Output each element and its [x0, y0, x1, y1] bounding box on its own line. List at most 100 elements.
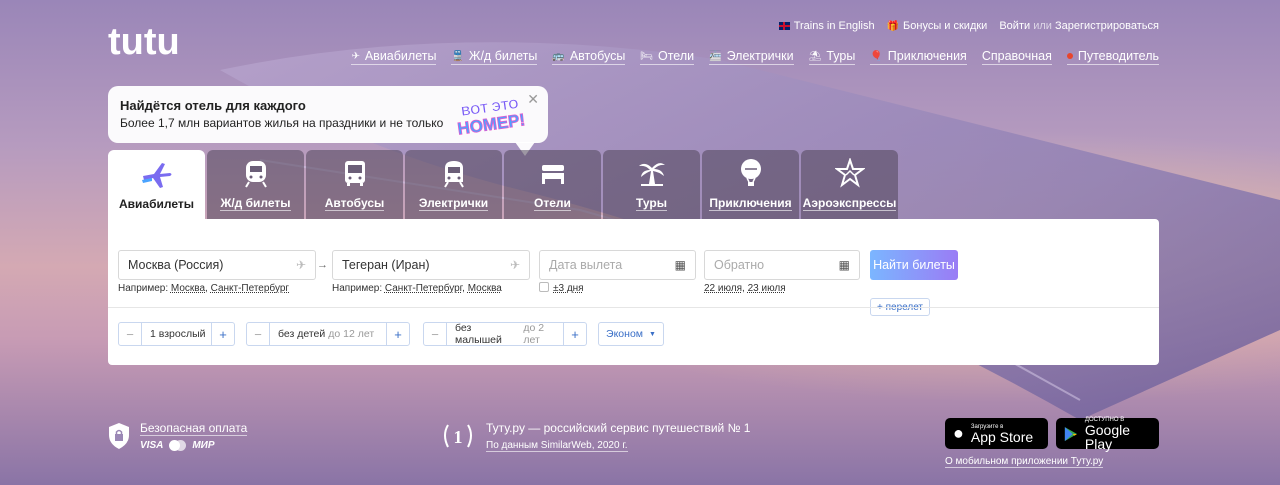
arrival-plane-icon: ✈ [509, 258, 520, 272]
trains-in-english-link[interactable]: Trains in English [778, 20, 875, 32]
flex-dates-checkbox[interactable] [539, 282, 549, 292]
adults-stepper: − 1 взрослый + [118, 322, 235, 346]
tutu-logo[interactable]: tutu [108, 21, 228, 67]
aeroexpress-icon [834, 158, 865, 188]
children-plus-button[interactable]: + [387, 323, 409, 345]
nav-guide[interactable]: Путеводитель [1066, 49, 1159, 65]
form-divider [108, 307, 1159, 308]
depart-date-placeholder: Дата вылета [549, 258, 623, 272]
tour-icon: ⛱ [808, 50, 822, 62]
cabin-class-select[interactable]: Эконом ▼ [598, 322, 664, 346]
return-hint: 22 июля, 23 июля [704, 283, 786, 294]
adults-value: 1 взрослый [141, 323, 212, 345]
from-hint: Например: Москва, Санкт-Петербург [118, 283, 290, 294]
secure-payment-link[interactable]: Безопасная оплата [140, 421, 248, 436]
suburban-train-icon: 🚈 [709, 50, 722, 62]
flight-search-form: Москва (Россия) ✈ Например: Москва, Санк… [108, 219, 1159, 365]
login-link[interactable]: Войти [999, 20, 1030, 32]
flex-dates-option[interactable]: ±3 дня [539, 282, 584, 294]
train-icon: 🚆 [451, 50, 464, 62]
tab-bus[interactable]: Автобусы [306, 150, 403, 219]
children-value: без детей до 12 лет [269, 323, 387, 345]
depart-date-field[interactable]: Дата вылета ▦ [539, 250, 696, 280]
google-play-text: ДОСТУПНО В Google Play [1084, 416, 1131, 452]
nav-hotels[interactable]: 🛏 Отели [640, 49, 695, 65]
nav-train[interactable]: 🚆 Ж/д билеты [451, 49, 538, 65]
shield-lock-icon [109, 423, 129, 449]
nav-tours[interactable]: ⛱ Туры [808, 49, 856, 65]
product-tabs: Авиабилеты Ж/д билеты Автобусы Электричк… [108, 150, 898, 219]
suburban-train-icon [443, 161, 464, 188]
adults-minus-button[interactable]: − [119, 323, 141, 345]
calendar-icon: ▦ [674, 258, 686, 272]
apple-icon: ● [953, 423, 964, 443]
nav-adventures[interactable]: 🎈 Приключения [870, 49, 967, 65]
train-icon [244, 161, 267, 188]
ranking-source-link[interactable]: По данным SimilarWeb, 2020 г. [486, 440, 628, 452]
from-hint-moscow[interactable]: Москва [171, 283, 205, 294]
main-nav: ✈ Авиабилеты 🚆 Ж/д билеты 🚌 Автобусы 🛏 Отели… [351, 49, 1159, 65]
bed-icon: 🛏 [640, 50, 653, 62]
bonuses-link[interactable]: 🎁 Бонусы и скидки [887, 20, 988, 32]
palm-tree-icon [638, 163, 665, 186]
nav-bus[interactable]: 🚌 Автобусы [552, 49, 626, 65]
top-bar: Trains in English 🎁 Бонусы и скидки Войт… [778, 20, 1159, 32]
from-hint-spb[interactable]: Санкт-Петербург [211, 283, 289, 294]
adults-plus-button[interactable]: + [212, 323, 234, 345]
from-value: Москва (Россия) [128, 258, 224, 272]
to-hint-moscow[interactable]: Москва [468, 283, 502, 294]
infants-value: без малышей до 2 лет [446, 322, 564, 346]
ranking-block: 1 Туту.ру — российский сервис путешестви… [440, 421, 750, 453]
caret-down-icon: ▼ [649, 330, 656, 338]
app-store-badge[interactable]: ● Загрузите в App Store [945, 418, 1048, 449]
return-hint-date-2[interactable]: 23 июля [748, 283, 786, 294]
tab-hotels[interactable]: Отели [504, 150, 601, 219]
ranking-title: Туту.ру — российский сервис путешествий … [486, 421, 751, 435]
calendar-icon: ▦ [838, 258, 850, 272]
google-play-icon [1064, 426, 1078, 441]
to-value: Тегеран (Иран) [342, 258, 430, 272]
to-field[interactable]: Тегеран (Иран) ✈ [332, 250, 530, 280]
children-minus-button[interactable]: − [247, 323, 269, 345]
tab-train[interactable]: Ж/д билеты [207, 150, 304, 219]
red-dot-icon [1066, 53, 1073, 59]
tab-avia[interactable]: Авиабилеты [108, 150, 205, 219]
infants-plus-button[interactable]: + [564, 323, 586, 345]
children-stepper: − без детей до 12 лет + [246, 322, 410, 346]
return-hint-date-1[interactable]: 22 июля [704, 283, 742, 294]
arrow-right-icon: → [317, 259, 328, 271]
google-play-badge[interactable]: ДОСТУПНО В Google Play [1056, 416, 1159, 452]
laurel-number-one-icon: 1 [444, 424, 472, 448]
logo-tu-white: tutu [108, 22, 180, 62]
tab-adventures[interactable]: Приключения [702, 150, 799, 219]
plane-icon: ✈ [351, 50, 360, 62]
infants-stepper: − без малышей до 2 лет + [423, 322, 587, 346]
nav-suburban[interactable]: 🚈 Электрички [709, 49, 794, 65]
promo-badge-image: ВОТ ЭТО НОМЕР! [456, 96, 527, 136]
tab-aeroexpress[interactable]: Аэроэкспрессы [801, 150, 898, 219]
balloon-icon: 🎈 [870, 50, 883, 62]
hotel-promo-banner[interactable]: Найдётся отель для каждого Более 1,7 млн… [108, 86, 548, 143]
balloon-icon [740, 159, 761, 186]
bus-icon [344, 161, 365, 186]
find-tickets-button[interactable]: Найти билеты [870, 250, 958, 280]
to-hint-spb[interactable]: Санкт-Петербург [385, 283, 462, 294]
mobile-app-link[interactable]: О мобильном приложении Туту.ру [945, 456, 1104, 468]
tab-tours[interactable]: Туры [603, 150, 700, 219]
return-date-field[interactable]: Обратно ▦ [704, 250, 860, 280]
bed-icon [541, 165, 564, 184]
to-hint: Например: Санкт-Петербург, Москва [332, 283, 502, 294]
or-text: или [1033, 20, 1052, 32]
uk-flag-icon [778, 22, 790, 30]
nav-avia[interactable]: ✈ Авиабилеты [351, 49, 437, 65]
from-field[interactable]: Москва (Россия) ✈ [118, 250, 316, 280]
return-date-placeholder: Обратно [714, 258, 765, 272]
auth-links: Войти или Зарегистрироваться [999, 20, 1159, 32]
tab-suburban[interactable]: Электрички [405, 150, 502, 219]
mastercard-logo [169, 440, 187, 451]
infants-minus-button[interactable]: − [424, 323, 446, 345]
gift-icon: 🎁 [886, 20, 900, 32]
register-link[interactable]: Зарегистрироваться [1055, 20, 1159, 32]
nav-reference[interactable]: Справочная [981, 49, 1052, 65]
close-icon[interactable]: ✕ [527, 91, 539, 108]
